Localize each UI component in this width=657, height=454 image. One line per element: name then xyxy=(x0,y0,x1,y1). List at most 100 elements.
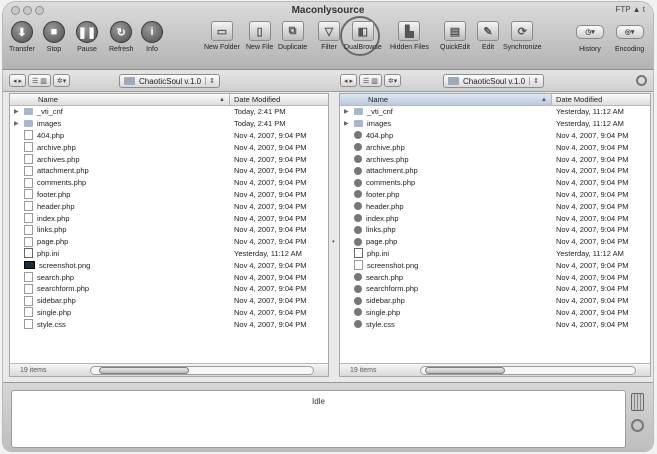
file-row[interactable]: links.php Nov 4, 2007, 9:04 PM xyxy=(10,224,328,236)
file-row[interactable]: 404.php Nov 4, 2007, 9:04 PM xyxy=(340,130,650,142)
disclosure-triangle-icon[interactable]: ▶ xyxy=(14,120,22,127)
file-row[interactable]: searchform.php Nov 4, 2007, 9:04 PM xyxy=(10,283,328,295)
file-row[interactable]: style.css Nov 4, 2007, 9:04 PM xyxy=(10,318,328,330)
disclosure-triangle-icon[interactable]: ▶ xyxy=(344,120,352,127)
file-row[interactable]: ▶ images Yesterday, 11:12 AM xyxy=(340,118,650,130)
left-action-menu[interactable]: ✲▾ xyxy=(52,74,71,87)
date-modified-cell: Nov 4, 2007, 9:04 PM xyxy=(234,260,307,270)
file-row[interactable]: page.php Nov 4, 2007, 9:04 PM xyxy=(10,236,328,248)
name-column-header[interactable]: Name ▲ xyxy=(10,94,230,105)
left-back-forward-button[interactable]: ◂ ▸ xyxy=(9,74,26,87)
file-icon xyxy=(24,130,33,141)
hidden-files-button[interactable]: ▙ Hidden Files xyxy=(390,21,429,51)
file-name-cell: header.php xyxy=(10,201,230,212)
file-row[interactable]: comments.php Nov 4, 2007, 9:04 PM xyxy=(340,177,650,189)
pane-divider[interactable]: • xyxy=(332,237,335,246)
date-modified-cell: Nov 4, 2007, 9:04 PM xyxy=(234,296,307,306)
path-bar: ◂ ▸ ☰ ▥ ✲▾ ChaoticSoul v.1.0 ⇕ ◂ ▸ ☰ ▥ ✲… xyxy=(3,70,653,92)
stop-button[interactable]: ■ Stop xyxy=(43,21,65,53)
date-modified-cell: Nov 4, 2007, 9:04 PM xyxy=(234,319,307,329)
file-row[interactable]: sidebar.php Nov 4, 2007, 9:04 PM xyxy=(340,295,650,307)
file-row[interactable]: archive.php Nov 4, 2007, 9:04 PM xyxy=(340,141,650,153)
file-row[interactable]: search.php Nov 4, 2007, 9:04 PM xyxy=(10,271,328,283)
filter-button[interactable]: ▽ Filter xyxy=(318,21,340,51)
file-row[interactable]: ▶ _vti_cnf Yesterday, 11:12 AM xyxy=(340,106,650,118)
trash-icon[interactable] xyxy=(631,393,644,411)
file-row[interactable]: links.php Nov 4, 2007, 9:04 PM xyxy=(340,224,650,236)
left-view-mode-button[interactable]: ☰ ▥ xyxy=(27,74,51,87)
quickedit-button[interactable]: ▤ QuickEdit xyxy=(440,21,470,51)
disclosure-triangle-icon[interactable]: ▶ xyxy=(344,108,352,115)
file-icon xyxy=(354,155,362,164)
file-row[interactable]: attachment.php Nov 4, 2007, 9:04 PM xyxy=(340,165,650,177)
app-window: Maconlysource FTP ▲ t ⬇ Transfer ■ Stop … xyxy=(2,1,654,452)
info-button[interactable]: i Info xyxy=(141,21,163,53)
file-icon xyxy=(24,236,33,247)
date-modified-cell: Nov 4, 2007, 9:04 PM xyxy=(234,201,307,211)
file-name: style.css xyxy=(366,319,395,329)
synchronize-button[interactable]: ⟳ Synchronize xyxy=(503,21,542,51)
file-row[interactable]: header.php Nov 4, 2007, 9:04 PM xyxy=(340,200,650,212)
file-row[interactable]: index.php Nov 4, 2007, 9:04 PM xyxy=(10,212,328,224)
date-column-header[interactable]: Date Modified xyxy=(552,95,650,104)
horizontal-scrollbar[interactable] xyxy=(420,365,636,375)
file-row[interactable]: page.php Nov 4, 2007, 9:04 PM xyxy=(340,236,650,248)
file-row[interactable]: header.php Nov 4, 2007, 9:04 PM xyxy=(10,200,328,212)
file-row[interactable]: screenshot.png Nov 4, 2007, 9:04 PM xyxy=(340,259,650,271)
date-column-header[interactable]: Date Modified xyxy=(230,95,328,104)
date-modified-cell: Nov 4, 2007, 9:04 PM xyxy=(234,154,307,164)
new-folder-button[interactable]: ▭ New Folder xyxy=(204,21,240,51)
file-row[interactable]: 404.php Nov 4, 2007, 9:04 PM xyxy=(10,130,328,142)
file-row[interactable]: style.css Nov 4, 2007, 9:04 PM xyxy=(340,318,650,330)
pause-button[interactable]: ❚❚ Pause xyxy=(76,21,98,53)
sort-ascending-icon: ▲ xyxy=(219,96,225,103)
right-action-menu[interactable]: ✲▾ xyxy=(383,74,402,87)
file-row[interactable]: sidebar.php Nov 4, 2007, 9:04 PM xyxy=(10,295,328,307)
scroll-thumb[interactable] xyxy=(99,366,189,374)
name-column-header[interactable]: Name ▲ xyxy=(340,94,552,105)
dualbrowse-button[interactable]: ◧ DualBrowse xyxy=(344,21,382,51)
encoding-button[interactable]: ◎▾ Encoding xyxy=(615,21,644,53)
file-name-cell: archives.php xyxy=(340,155,552,164)
file-row[interactable]: comments.php Nov 4, 2007, 9:04 PM xyxy=(10,177,328,189)
file-row[interactable]: attachment.php Nov 4, 2007, 9:04 PM xyxy=(10,165,328,177)
transfer-button[interactable]: ⬇ Transfer xyxy=(9,21,35,53)
folder-icon xyxy=(124,77,135,85)
right-view-mode-button[interactable]: ☰ ▥ xyxy=(358,74,382,87)
file-row[interactable]: php.ini Yesterday, 11:12 AM xyxy=(10,248,328,260)
file-row[interactable]: single.php Nov 4, 2007, 9:04 PM xyxy=(10,307,328,319)
disclosure-triangle-icon[interactable]: ▶ xyxy=(14,108,22,115)
file-row[interactable]: archives.php Nov 4, 2007, 9:04 PM xyxy=(10,153,328,165)
file-icon xyxy=(24,189,33,200)
folder-icon xyxy=(354,108,363,116)
date-modified-cell: Nov 4, 2007, 9:04 PM xyxy=(556,166,629,176)
file-row[interactable]: search.php Nov 4, 2007, 9:04 PM xyxy=(340,271,650,283)
file-row[interactable]: single.php Nov 4, 2007, 9:04 PM xyxy=(340,307,650,319)
file-row[interactable]: screenshot.png Nov 4, 2007, 9:04 PM xyxy=(10,259,328,271)
history-button[interactable]: ◷▾ History xyxy=(576,21,604,53)
horizontal-scrollbar[interactable] xyxy=(90,365,314,375)
file-row[interactable]: ▶ _vti_cnf Today, 2:41 PM xyxy=(10,106,328,118)
file-name-cell: search.php xyxy=(10,272,230,283)
duplicate-button[interactable]: ⧉ Duplicate xyxy=(278,21,307,51)
file-row[interactable]: footer.php Nov 4, 2007, 9:04 PM xyxy=(10,189,328,201)
drop-target-icon[interactable] xyxy=(631,419,644,432)
new-file-button[interactable]: ▯ New File xyxy=(246,21,273,51)
sort-ascending-icon: ▲ xyxy=(541,96,547,103)
right-path-popup[interactable]: ChaoticSoul v.1.0 ⇕ xyxy=(443,74,544,88)
date-modified-cell: Nov 4, 2007, 9:04 PM xyxy=(234,213,307,223)
left-path-popup[interactable]: ChaoticSoul v.1.0 ⇕ xyxy=(119,74,220,88)
refresh-button[interactable]: ↻ Refresh xyxy=(109,21,134,53)
file-row[interactable]: php.ini Yesterday, 11:12 AM xyxy=(340,248,650,260)
file-row[interactable]: ▶ images Today, 2:41 PM xyxy=(10,118,328,130)
edit-button[interactable]: ✎ Edit xyxy=(477,21,499,51)
file-name-cell: search.php xyxy=(340,273,552,282)
file-name-cell: screenshot.png xyxy=(340,260,552,271)
file-row[interactable]: footer.php Nov 4, 2007, 9:04 PM xyxy=(340,189,650,201)
file-row[interactable]: index.php Nov 4, 2007, 9:04 PM xyxy=(340,212,650,224)
file-row[interactable]: archive.php Nov 4, 2007, 9:04 PM xyxy=(10,141,328,153)
right-back-forward-button[interactable]: ◂ ▸ xyxy=(340,74,357,87)
file-row[interactable]: searchform.php Nov 4, 2007, 9:04 PM xyxy=(340,283,650,295)
scroll-thumb[interactable] xyxy=(425,366,505,374)
file-row[interactable]: archives.php Nov 4, 2007, 9:04 PM xyxy=(340,153,650,165)
